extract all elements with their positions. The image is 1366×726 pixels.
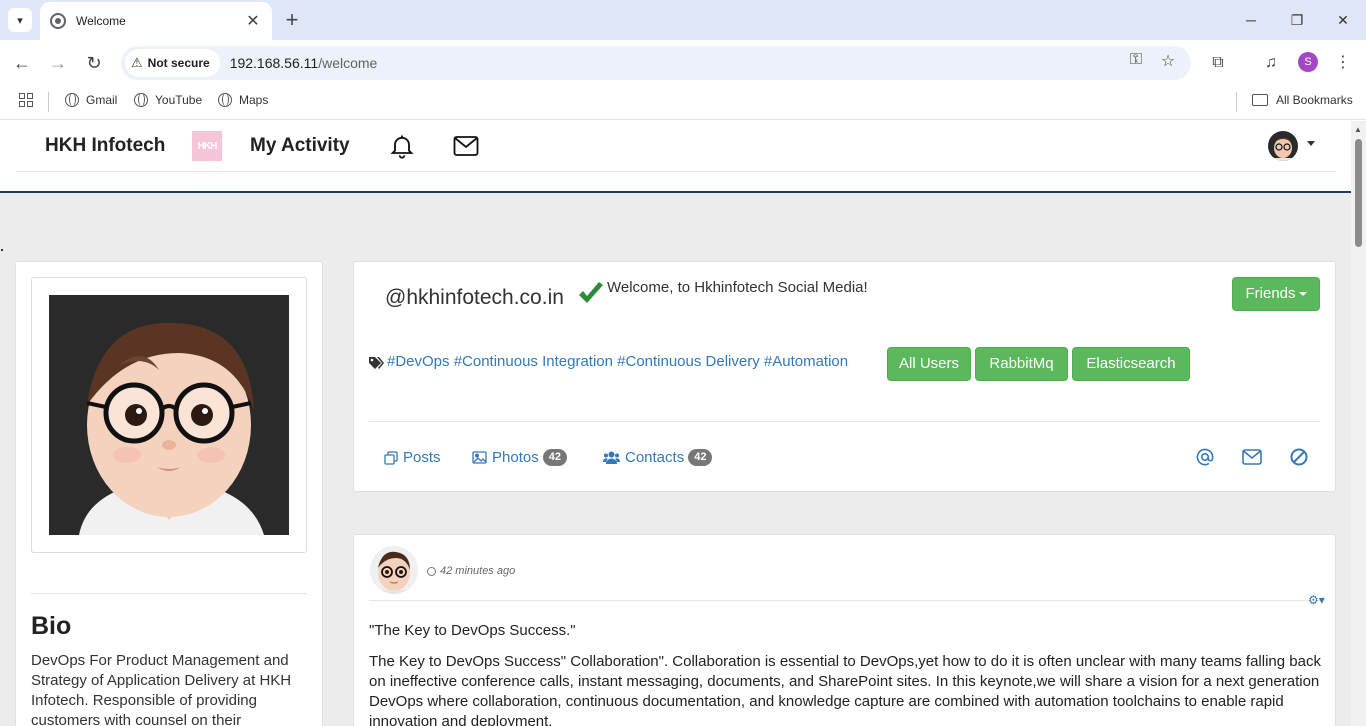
profile-avatar[interactable]: S xyxy=(1298,52,1318,72)
browser-tab-bar: ▾ Welcome ✕ + ─ ❐ ✕ xyxy=(0,0,1366,40)
globe-icon xyxy=(65,93,79,107)
logo-text: HKH xyxy=(197,140,218,152)
bookmarks-divider xyxy=(48,92,49,112)
all-bookmarks-button[interactable]: All Bookmarks xyxy=(1252,93,1353,107)
at-mention-icon[interactable] xyxy=(1196,448,1214,471)
hashtag-links[interactable]: #DevOps #Continuous Integration #Continu… xyxy=(387,353,848,370)
bookmark-label: YouTube xyxy=(155,93,203,107)
tab-title: Welcome xyxy=(76,14,126,28)
chevron-down-icon[interactable] xyxy=(1307,141,1315,146)
globe-icon xyxy=(50,13,66,29)
url-path: /welcome xyxy=(318,55,378,71)
bio-heading: Bio xyxy=(31,612,72,640)
tags-icon xyxy=(368,356,384,375)
profile-photo-frame xyxy=(31,277,307,553)
divider xyxy=(31,593,307,594)
scroll-up-arrow-icon[interactable]: ▲ xyxy=(1354,125,1362,134)
bookmark-star-icon[interactable]: ☆ xyxy=(1156,51,1180,71)
all-bookmarks-label: All Bookmarks xyxy=(1276,93,1353,107)
contacts-count-badge: 42 xyxy=(688,449,713,466)
bookmarks-divider xyxy=(1236,92,1237,112)
caret-down-icon xyxy=(1298,292,1307,297)
minimize-button[interactable]: ─ xyxy=(1239,8,1263,32)
page-scrollbar[interactable]: ▲ xyxy=(1351,121,1366,726)
reload-button[interactable]: ↻ xyxy=(82,51,106,75)
tab-search-button[interactable]: ▾ xyxy=(8,8,32,32)
media-control-icon[interactable]: ♫ xyxy=(1259,51,1283,75)
page-viewport: HKH Infotech HKH My Activity Bio DevOps … xyxy=(0,121,1366,726)
block-icon[interactable] xyxy=(1290,448,1308,471)
close-tab-icon[interactable]: ✕ xyxy=(244,11,262,31)
verified-check-icon xyxy=(577,282,605,311)
site-navbar: HKH Infotech HKH My Activity xyxy=(0,121,1351,193)
elasticsearch-button[interactable]: Elasticsearch xyxy=(1072,347,1190,381)
copy-icon xyxy=(384,450,398,465)
welcome-message: Welcome, to Hkhinfotech Social Media! xyxy=(607,279,868,296)
bookmark-maps[interactable]: Maps xyxy=(218,93,268,107)
bookmark-youtube[interactable]: YouTube xyxy=(134,93,202,107)
friends-dropdown-button[interactable]: Friends xyxy=(1232,277,1320,311)
menu-kebab-icon[interactable]: ⋮ xyxy=(1331,51,1355,75)
new-tab-button[interactable]: + xyxy=(280,8,304,32)
divider xyxy=(369,600,1320,601)
warning-icon: ⚠ xyxy=(131,55,143,70)
post-author-avatar[interactable] xyxy=(370,546,418,594)
tab-label: Posts xyxy=(403,449,441,466)
gear-icon[interactable]: ⚙▾ xyxy=(1308,593,1325,607)
profile-header-card: @hkhinfotech.co.in Welcome, to Hkhinfote… xyxy=(353,261,1336,492)
globe-icon xyxy=(218,93,232,107)
key-icon[interactable]: ⚿ xyxy=(1124,51,1148,69)
profile-photo[interactable] xyxy=(49,295,289,535)
tab-contacts[interactable]: Contacts 42 xyxy=(603,449,713,466)
restore-button[interactable]: ❐ xyxy=(1285,8,1309,32)
image-icon xyxy=(472,451,487,464)
brand-logo[interactable]: HKH xyxy=(192,131,222,161)
post-card: 42 minutes ago ⚙▾ "The Key to DevOps Suc… xyxy=(353,534,1336,726)
globe-icon xyxy=(134,93,148,107)
address-bar[interactable]: ⚠ Not secure 192.168.56.11/welcome ⚿ ☆ xyxy=(121,46,1191,80)
my-activity-link[interactable]: My Activity xyxy=(250,135,350,157)
bookmark-label: Maps xyxy=(239,93,269,107)
bell-icon[interactable] xyxy=(388,132,416,165)
divider xyxy=(369,421,1320,422)
post-body: The Key to DevOps Success" Collaboration… xyxy=(369,653,1321,726)
extensions-icon[interactable]: ⧉ xyxy=(1206,51,1230,75)
photos-count-badge: 42 xyxy=(542,449,567,466)
rabbitmq-button[interactable]: RabbitMq xyxy=(975,347,1068,381)
user-avatar[interactable] xyxy=(1268,131,1298,161)
security-indicator[interactable]: ⚠ Not secure xyxy=(125,49,220,77)
post-title: "The Key to DevOps Success." xyxy=(369,622,576,639)
bookmarks-bar: Gmail YouTube Maps All Bookmarks xyxy=(0,86,1366,120)
folder-icon xyxy=(1252,94,1268,106)
profile-handle: @hkhinfotech.co.in xyxy=(385,286,564,309)
bookmark-gmail[interactable]: Gmail xyxy=(65,93,117,107)
stray-dot xyxy=(1,249,3,251)
back-button[interactable]: ← xyxy=(10,51,34,75)
clock-icon xyxy=(427,566,436,576)
post-timestamp: 42 minutes ago xyxy=(427,565,515,577)
security-label: Not secure xyxy=(147,56,210,70)
bookmark-label: Gmail xyxy=(86,93,118,107)
bio-text: DevOps For Product Management and Strate… xyxy=(31,652,292,726)
envelope-icon[interactable] xyxy=(1242,448,1262,471)
all-users-button[interactable]: All Users xyxy=(887,347,971,381)
browser-toolbar: ← → ↻ ⚠ Not secure 192.168.56.11/welcome… xyxy=(0,40,1366,86)
url-host: 192.168.56.11 xyxy=(229,55,319,71)
mail-icon[interactable] xyxy=(453,135,479,162)
bio-card: Bio DevOps For Product Management and St… xyxy=(15,261,323,726)
brand-link[interactable]: HKH Infotech xyxy=(45,135,165,157)
users-icon xyxy=(603,451,620,464)
tab-posts[interactable]: Posts xyxy=(384,449,441,466)
browser-tab-welcome[interactable]: Welcome ✕ xyxy=(40,2,272,40)
friends-label: Friends xyxy=(1245,285,1296,302)
url-text[interactable]: 192.168.56.11/welcome xyxy=(230,55,378,71)
post-time-label: 42 minutes ago xyxy=(440,565,516,577)
tab-label: Contacts xyxy=(625,449,685,466)
apps-grid-icon[interactable] xyxy=(19,93,33,107)
tab-photos[interactable]: Photos 42 xyxy=(472,449,567,466)
close-window-button[interactable]: ✕ xyxy=(1331,8,1355,32)
scrollbar-thumb[interactable] xyxy=(1355,139,1362,247)
forward-button[interactable]: → xyxy=(46,51,70,75)
tab-label: Photos xyxy=(492,449,539,466)
